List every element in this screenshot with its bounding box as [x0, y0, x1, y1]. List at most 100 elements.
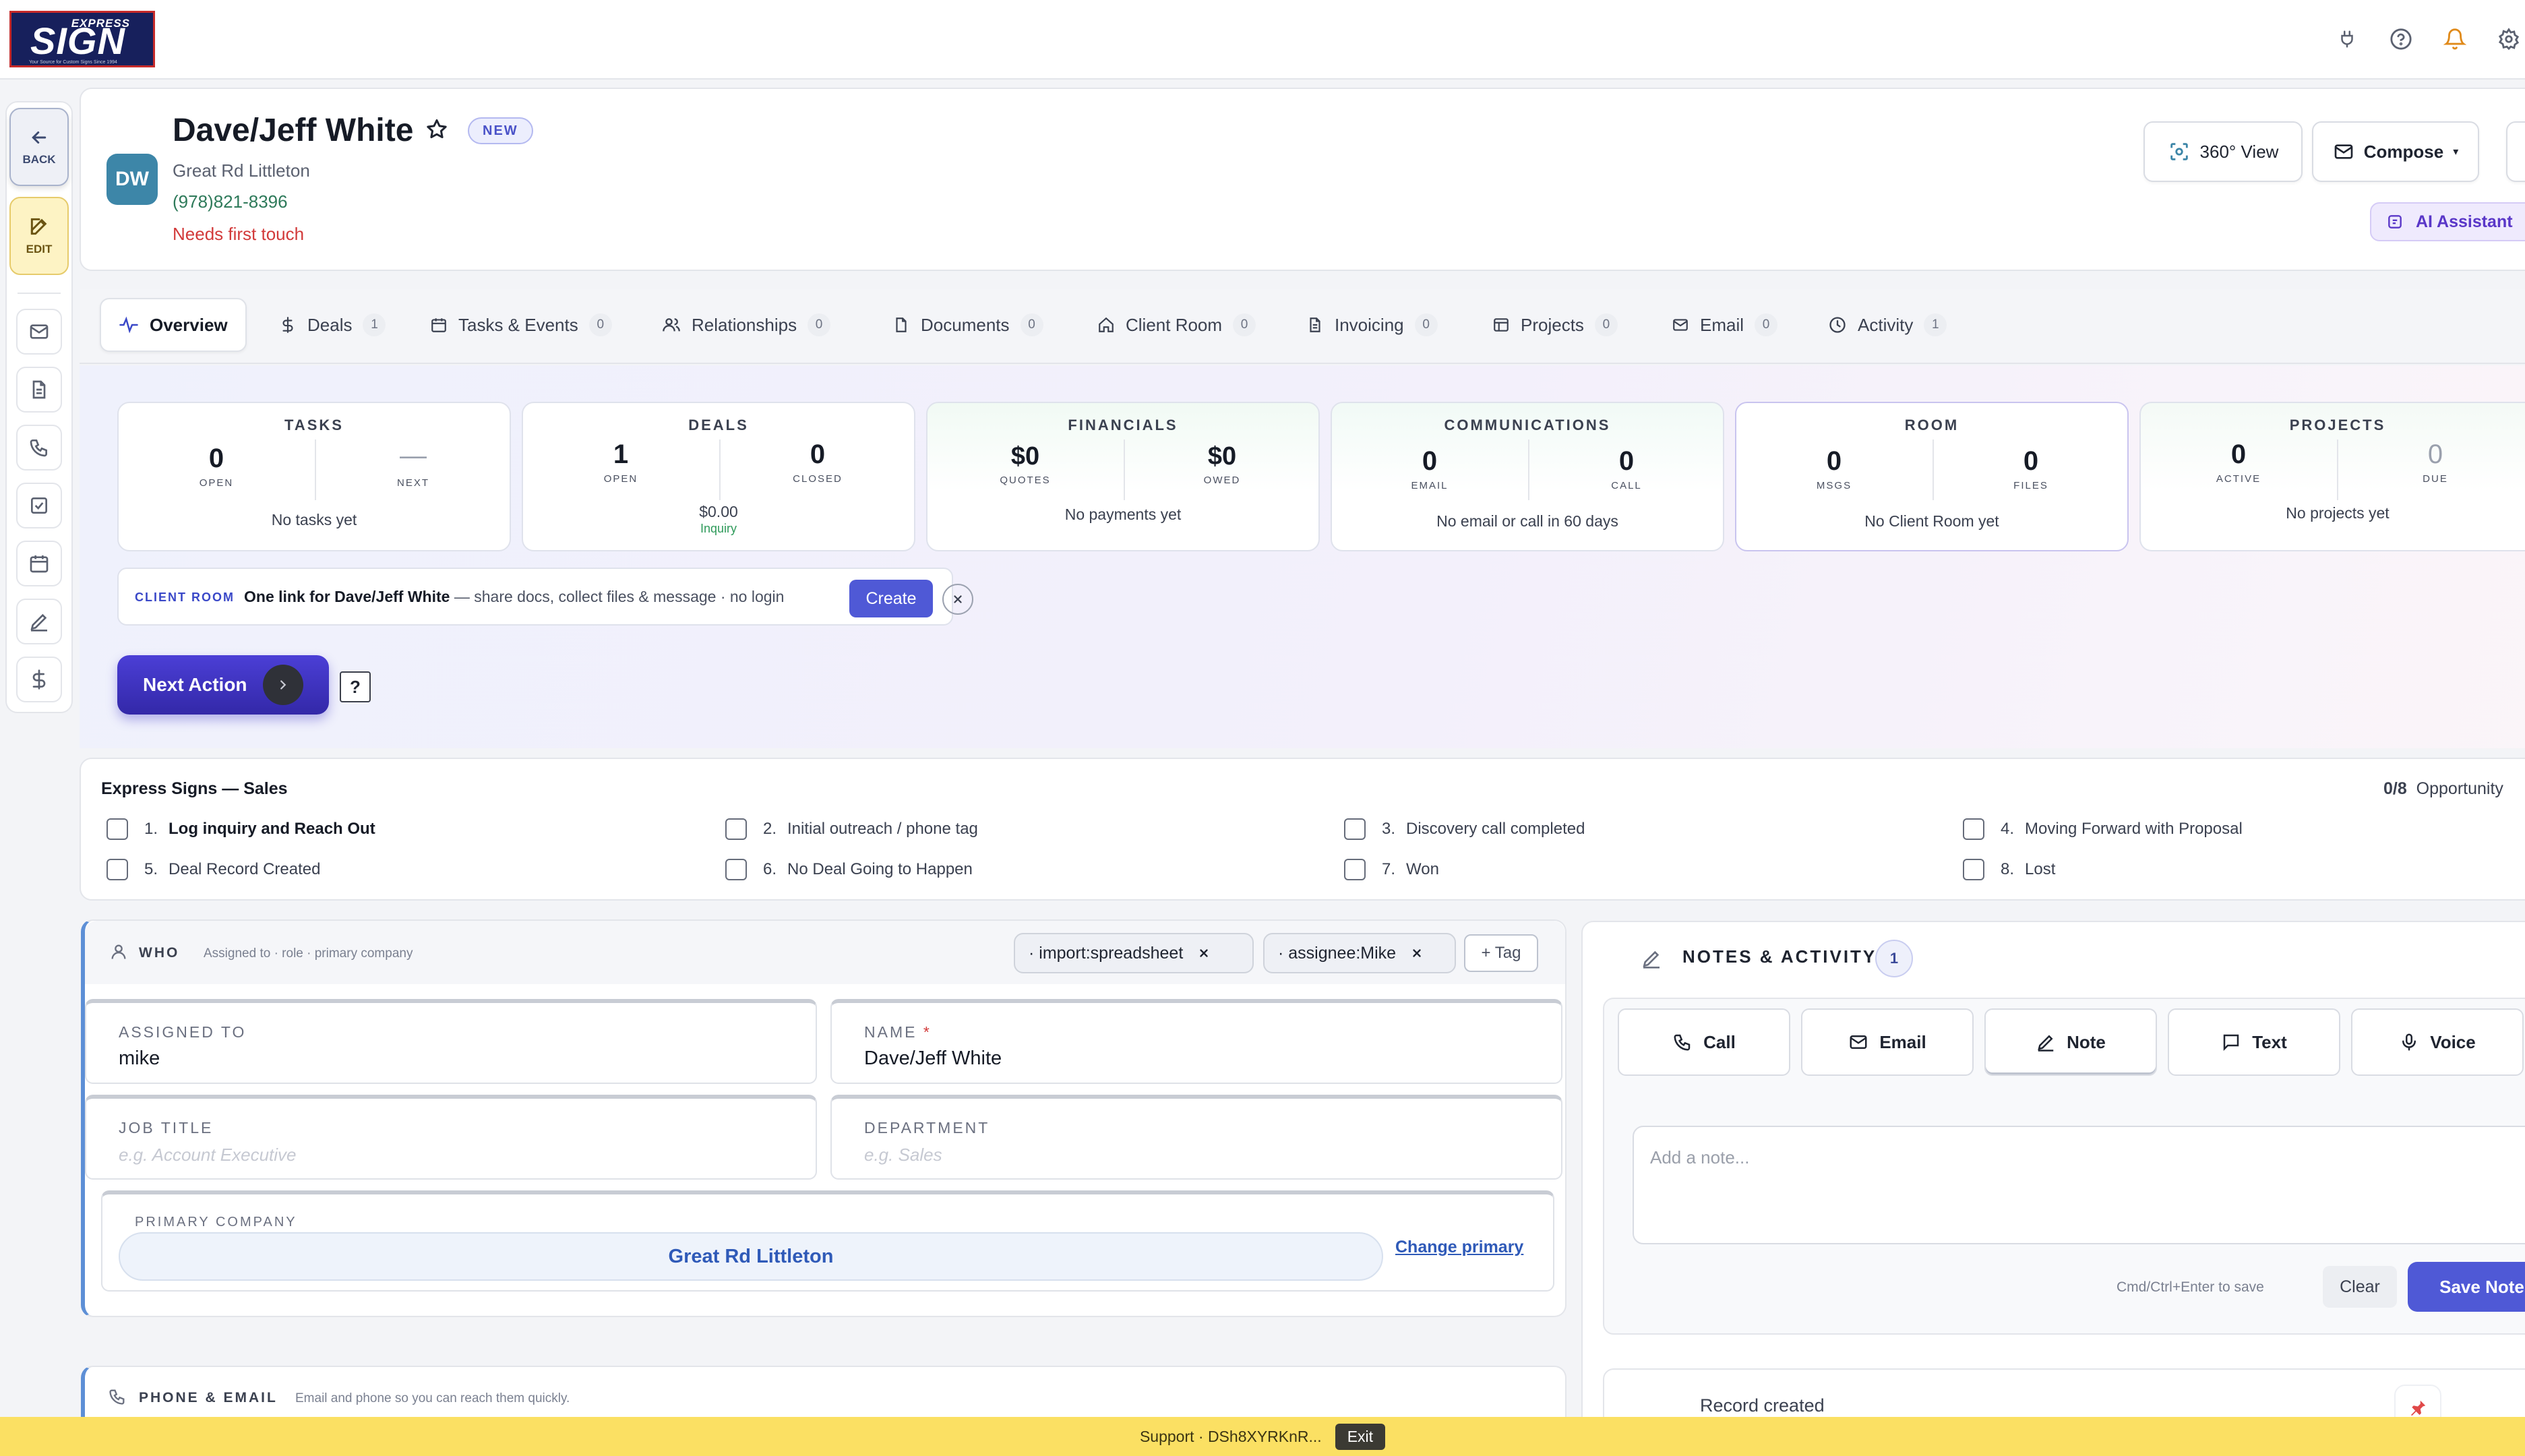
create-client-room-button[interactable]: Create — [849, 580, 933, 617]
stage-checkbox[interactable] — [107, 859, 128, 880]
clear-button[interactable]: Clear — [2323, 1266, 2397, 1308]
note-input[interactable]: Add a note... — [1633, 1126, 2525, 1244]
tab-tasks-events[interactable]: Tasks & Events 0 — [413, 298, 630, 352]
clock-icon — [1829, 317, 1846, 333]
tab-count: 0 — [808, 313, 831, 336]
star-icon[interactable] — [425, 117, 449, 142]
compose-button[interactable]: Compose ▾ — [2312, 121, 2479, 182]
tab-relationships[interactable]: Relationships 0 — [644, 298, 848, 352]
users-icon — [663, 318, 680, 332]
tab-overview[interactable]: Overview — [100, 298, 247, 352]
primary-company-link[interactable]: Great Rd Littleton — [119, 1232, 1383, 1281]
tab-count: 0 — [588, 313, 612, 336]
tab-label: Client Room — [1126, 314, 1223, 335]
who-title: WHO — [139, 945, 180, 961]
stage-item[interactable]: 3. Discovery call completed — [1344, 818, 1585, 840]
tab-invoicing[interactable]: Invoicing 0 — [1289, 298, 1455, 352]
back-button[interactable]: BACK — [9, 108, 69, 186]
client-room-label: CLIENT ROOM — [135, 590, 235, 604]
tag-chip[interactable]: · assignee:Mike — [1263, 933, 1456, 973]
stage-item[interactable]: 2. Initial outreach / phone tag — [725, 818, 978, 840]
tab-projects[interactable]: Projects 0 — [1475, 298, 1635, 352]
stage-item[interactable]: 7. Won — [1344, 859, 1439, 880]
edit-button[interactable]: EDIT — [9, 197, 69, 275]
stage-num: 4. — [2001, 820, 2015, 838]
tag-chip[interactable]: · import:spreadsheet — [1014, 933, 1254, 973]
stat-card-projects[interactable]: PROJECTS 0 ACTIVE 0 DUE No projects yet — [2139, 402, 2525, 551]
bell-icon[interactable] — [2439, 23, 2471, 55]
stage-checkbox[interactable] — [1963, 859, 1984, 880]
stat-card-deals[interactable]: DEALS 1 OPEN 0 CLOSED $0.00 Inquiry — [522, 402, 915, 551]
assigned-to-field[interactable]: ASSIGNED TO mike — [85, 999, 817, 1084]
tab-client-room[interactable]: Client Room 0 — [1080, 298, 1273, 352]
stage-checkbox[interactable] — [725, 859, 747, 880]
note-type-text[interactable]: Text — [2168, 1008, 2340, 1076]
stage-checkbox[interactable] — [107, 818, 128, 840]
contact-phone[interactable]: (978)821-8396 — [173, 191, 288, 212]
save-note-button[interactable]: Save Note — [2408, 1262, 2525, 1312]
stat-title: ROOM — [1904, 417, 1959, 433]
contact-company[interactable]: Great Rd Littleton — [173, 160, 310, 181]
stage-label: Discovery call completed — [1406, 820, 1585, 838]
help-icon[interactable] — [2385, 23, 2417, 55]
dismiss-banner-button[interactable] — [942, 584, 973, 615]
tab-deals[interactable]: Deals 1 — [262, 298, 403, 352]
more-actions-button[interactable] — [2506, 121, 2525, 182]
stage-item[interactable]: 5. Deal Record Created — [107, 859, 320, 880]
add-tag-button[interactable]: + Tag — [1464, 934, 1538, 972]
back-label: BACK — [22, 153, 56, 166]
note-type-email[interactable]: Email — [1801, 1008, 1974, 1076]
stage-checkbox[interactable] — [1963, 818, 1984, 840]
stat-card-communications[interactable]: COMMUNICATIONS 0 EMAIL 0 CALL No email o… — [1331, 402, 1724, 551]
express-sign-logo[interactable]: EXPRESS SIGN Your Source for Custom Sign… — [9, 11, 155, 67]
remove-tag-icon[interactable] — [1198, 947, 1210, 959]
tab-email[interactable]: Email 0 — [1654, 298, 1795, 352]
remove-tag-icon[interactable] — [1411, 947, 1423, 959]
job-title-field[interactable]: JOB TITLE e.g. Account Executive — [85, 1095, 817, 1180]
stage-checkbox[interactable] — [1344, 859, 1366, 880]
next-action-button[interactable]: Next Action — [117, 655, 329, 715]
rail-task-icon[interactable] — [16, 483, 62, 528]
rail-document-icon[interactable] — [16, 367, 62, 413]
tab-documents[interactable]: Documents 0 — [875, 298, 1061, 352]
stat-card-financials[interactable]: FINANCIALS $0 QUOTES $0 OWED No payments… — [926, 402, 1320, 551]
next-action-help-button[interactable]: ? — [340, 671, 371, 702]
exit-support-button[interactable]: Exit — [1335, 1423, 1386, 1450]
stat-label: QUOTES — [1000, 475, 1051, 486]
gear-icon[interactable] — [2493, 23, 2525, 55]
note-type-note[interactable]: Note — [1984, 1008, 2157, 1076]
department-field[interactable]: DEPARTMENT e.g. Sales — [830, 1095, 1562, 1180]
edit-icon — [30, 218, 47, 235]
rail-calendar-icon[interactable] — [16, 541, 62, 586]
tag-label: · import:spreadsheet — [1029, 943, 1184, 963]
name-field[interactable]: NAME * Dave/Jeff White — [830, 999, 1562, 1084]
stage-item[interactable]: 4. Moving Forward with Proposal — [1963, 818, 2243, 840]
rail-phone-icon[interactable] — [16, 425, 62, 471]
tab-activity[interactable]: Activity 1 — [1811, 298, 1964, 352]
rail-mail-icon[interactable] — [16, 309, 62, 355]
plug-icon[interactable] — [2331, 23, 2363, 55]
left-rail: BACK EDIT — [5, 101, 73, 713]
note-placeholder: Add a note... — [1650, 1147, 1750, 1167]
stage-item[interactable]: 1. Log inquiry and Reach Out — [107, 818, 375, 840]
stage-label: Moving Forward with Proposal — [2025, 820, 2243, 838]
stat-divider — [719, 439, 721, 500]
stat-value: 0 — [810, 439, 826, 469]
stat-card-room[interactable]: ROOM 0 MSGS 0 FILES No Client Room yet — [1735, 402, 2129, 551]
stage-item[interactable]: 6. No Deal Going to Happen — [725, 859, 973, 880]
stage-checkbox[interactable] — [725, 818, 747, 840]
stat-card-tasks[interactable]: TASKS 0 OPEN — NEXT No tasks yet — [117, 402, 511, 551]
view-360-button[interactable]: 360° View — [2143, 121, 2303, 182]
change-primary-link[interactable]: Change primary — [1395, 1238, 1523, 1257]
note-type-voice[interactable]: Voice — [2351, 1008, 2524, 1076]
ai-assistant-label: AI Assistant — [2416, 212, 2513, 231]
field-label: NAME * — [864, 1023, 932, 1041]
note-type-call[interactable]: Call — [1618, 1008, 1790, 1076]
rail-dollar-icon[interactable] — [16, 657, 62, 702]
field-placeholder: e.g. Account Executive — [119, 1145, 297, 1165]
rail-pen-icon[interactable] — [16, 599, 62, 644]
stage-checkbox[interactable] — [1344, 818, 1366, 840]
ai-assistant-button[interactable]: AI Assistant — [2370, 202, 2525, 241]
rail-divider — [18, 293, 61, 294]
stage-item[interactable]: 8. Lost — [1963, 859, 2055, 880]
